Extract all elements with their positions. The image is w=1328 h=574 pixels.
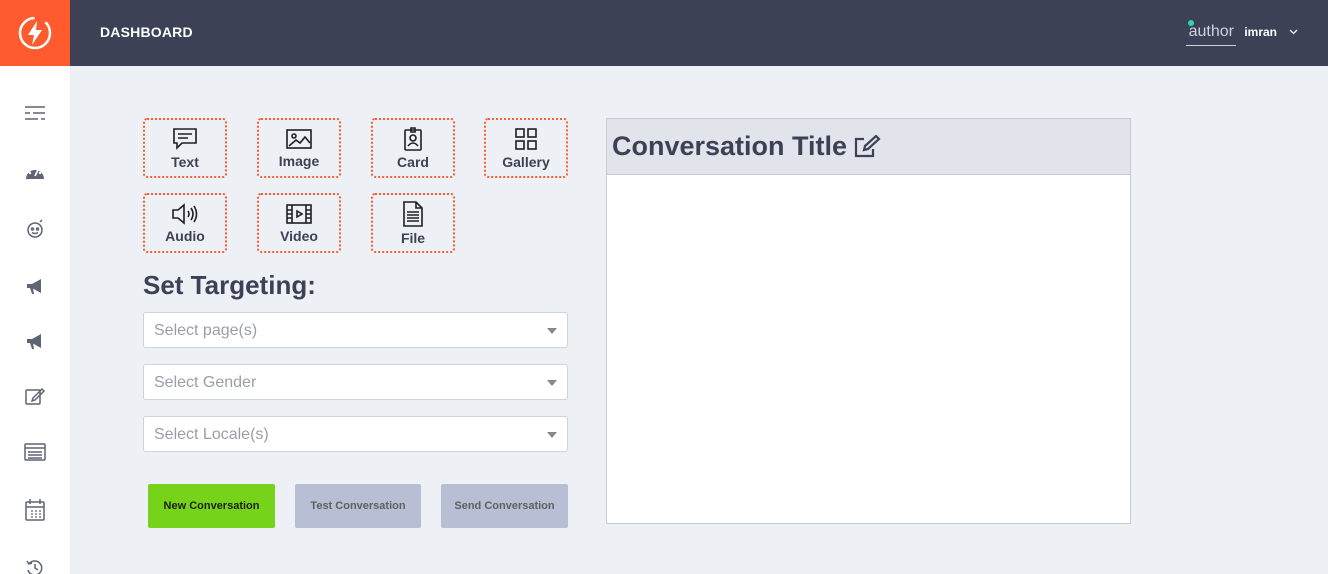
conversation-body [607,175,1130,523]
list-icon [25,106,45,120]
sidebar [0,66,70,574]
speaker-icon [172,202,198,225]
pages-select[interactable]: Select page(s) [143,312,568,348]
edit-title-icon[interactable] [853,134,881,159]
tile-label: Video [280,227,318,244]
add-text-button[interactable]: Text [143,118,227,178]
sidebar-item-history[interactable] [0,548,70,574]
tile-label: Card [397,153,429,170]
send-conversation-button[interactable]: Send Conversation [441,484,568,528]
sidebar-item-bot[interactable] [0,209,70,249]
add-audio-button[interactable]: Audio [143,193,227,253]
targeting-heading: Set Targeting: [143,270,316,300]
add-image-button[interactable]: Image [257,118,341,178]
robot-icon [27,219,43,238]
username: imran [1244,25,1277,39]
tile-label: Gallery [502,153,550,170]
chevron-down-icon[interactable] [1289,29,1298,35]
top-bar: DASHBOARD author imran [70,0,1328,66]
file-icon [403,200,423,227]
caret-down-icon [547,328,557,334]
avatar[interactable]: author [1186,18,1237,46]
sidebar-item-compose[interactable] [0,376,70,416]
locale-select[interactable]: Select Locale(s) [143,416,568,452]
avatar-alt-text: author [1188,23,1234,40]
conversation-header: Conversation Title [607,119,1130,175]
new-conversation-button[interactable]: New Conversation [148,484,275,528]
select-placeholder: Select Gender [154,374,257,391]
id-card-icon [404,126,422,151]
conversation-panel: Conversation Title [606,118,1131,524]
edit-icon [25,387,46,405]
megaphone-icon [27,334,41,349]
chat-bubble-icon [173,127,197,150]
film-icon [286,203,312,224]
grid-icon [515,127,537,150]
gauge-icon [26,167,44,179]
tile-label: File [400,229,426,246]
sidebar-item-broadcast[interactable] [0,267,70,307]
page-title: DASHBOARD [100,24,193,40]
history-icon [26,560,43,574]
gender-select[interactable]: Select Gender [143,364,568,400]
sidebar-item-table[interactable] [0,432,70,472]
tile-label: Audio [165,227,205,244]
bolt-logo-icon [18,16,52,50]
app-logo[interactable] [0,0,70,66]
test-conversation-button[interactable]: Test Conversation [295,484,421,528]
select-placeholder: Select page(s) [154,322,258,339]
user-menu[interactable]: author imran [1186,14,1298,50]
select-placeholder: Select Locale(s) [154,426,269,443]
conversation-title[interactable]: Conversation Title [612,131,847,162]
tile-label: Text [171,153,199,170]
calendar-icon [25,499,45,521]
caret-down-icon [547,432,557,438]
sidebar-item-schedule[interactable] [0,490,70,530]
image-icon [286,128,312,149]
caret-down-icon [547,380,557,386]
tile-label: Image [278,152,320,169]
add-card-button[interactable]: Card [371,118,455,178]
sidebar-item-menu[interactable] [0,93,70,133]
table-icon [24,443,46,461]
megaphone-icon [27,279,41,294]
sidebar-item-campaigns[interactable] [0,322,70,362]
add-file-button[interactable]: File [371,193,455,253]
sidebar-item-dashboard[interactable] [0,152,70,192]
add-gallery-button[interactable]: Gallery [484,118,568,178]
add-video-button[interactable]: Video [257,193,341,253]
